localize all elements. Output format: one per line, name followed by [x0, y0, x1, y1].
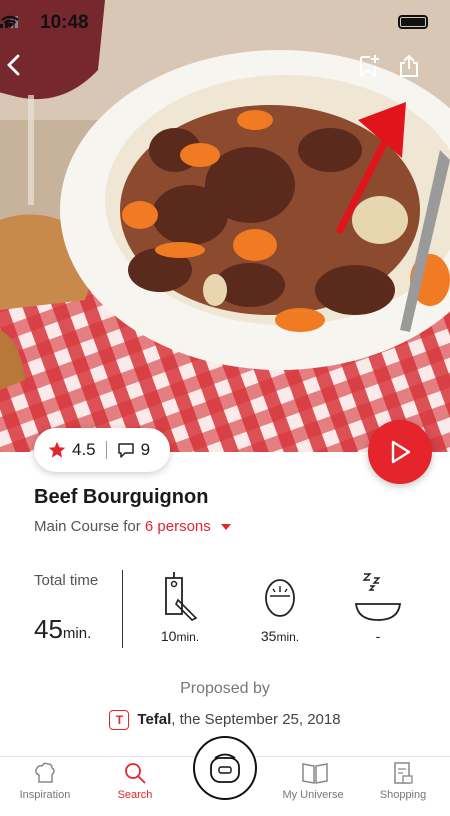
course-text: Main Course for	[34, 518, 145, 535]
bookmark-add-button[interactable]	[358, 54, 394, 90]
search-icon	[125, 763, 146, 784]
rating-value: 4.5	[72, 440, 96, 459]
tefal-logo-icon: T	[109, 710, 130, 730]
tab-search[interactable]: Search	[90, 757, 180, 816]
battery-icon	[398, 15, 428, 29]
proposed-by-label: Proposed by	[180, 680, 270, 697]
rating-comments-pill[interactable]: 4.5 9	[34, 428, 170, 472]
play-video-button[interactable]	[368, 420, 432, 484]
tab-search-label: Search	[117, 789, 153, 801]
chevron-left-icon	[7, 54, 20, 76]
status-time: 10:48	[40, 12, 89, 33]
time-summary: Total time 45min. 10min. 35min. -	[0, 566, 450, 652]
back-button[interactable]	[4, 54, 40, 90]
play-icon	[391, 440, 411, 464]
tab-inspiration-label: Inspiration	[19, 789, 71, 801]
wifi-icon	[1, 15, 19, 28]
cook-time-value: 35min.	[260, 628, 300, 644]
comments-count: 9	[140, 440, 151, 459]
knife-cutting-board-icon	[165, 572, 198, 621]
total-time-value: 45min.	[34, 614, 92, 644]
recipe-hero-image: 10:48	[0, 0, 450, 452]
persons-value: 6 persons	[144, 518, 211, 535]
prep-time-value: 10min.	[160, 628, 200, 644]
rating-divider	[105, 441, 107, 459]
share-icon	[400, 54, 418, 77]
tab-my-universe-label: My Universe	[282, 789, 344, 801]
tab-shopping-label: Shopping	[379, 789, 427, 801]
shopping-list-icon	[394, 762, 413, 784]
book-icon	[302, 763, 328, 784]
chef-hat-icon	[35, 762, 55, 783]
rest-time-value: -	[375, 628, 381, 644]
author-name: Tefal	[137, 710, 172, 728]
star-icon	[48, 441, 66, 458]
total-time-label: Total time	[34, 572, 99, 589]
servings-selector[interactable]: Main Course for 6 persons	[34, 518, 231, 535]
status-bar: 10:48	[0, 0, 450, 46]
author-line[interactable]: T Tefal, the September 25, 2018	[0, 710, 450, 730]
multicooker-icon	[210, 753, 240, 783]
share-button[interactable]	[398, 54, 434, 90]
recipe-title: Beef Bourguignon	[34, 486, 209, 508]
comment-icon	[117, 442, 134, 458]
times-divider	[122, 570, 123, 648]
resting-bowl-icon	[354, 573, 402, 621]
bookmark-plus-icon	[360, 55, 379, 77]
publish-date: , the September 25, 2018	[171, 710, 341, 728]
tab-my-universe[interactable]: My Universe	[268, 757, 358, 816]
egg-timer-icon	[265, 579, 295, 617]
cooker-connect-button[interactable]	[193, 736, 257, 800]
caret-down-icon	[220, 524, 231, 531]
tab-shopping[interactable]: Shopping	[358, 757, 448, 816]
tab-inspiration[interactable]: Inspiration	[0, 757, 90, 816]
